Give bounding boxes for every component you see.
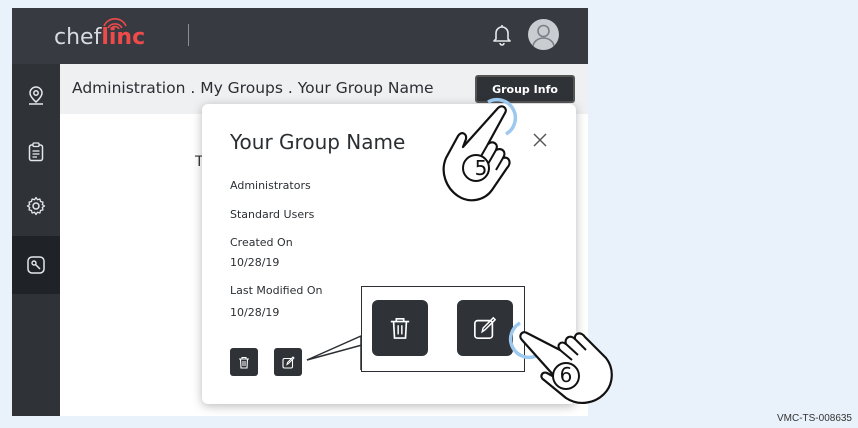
pointing-hand-icon: [442, 105, 511, 202]
click-highlights: [487, 97, 539, 360]
step-number-five: 5: [474, 156, 488, 180]
step-number-six: 6: [559, 363, 573, 387]
reference-code: VMC-TS-008635: [776, 413, 852, 424]
